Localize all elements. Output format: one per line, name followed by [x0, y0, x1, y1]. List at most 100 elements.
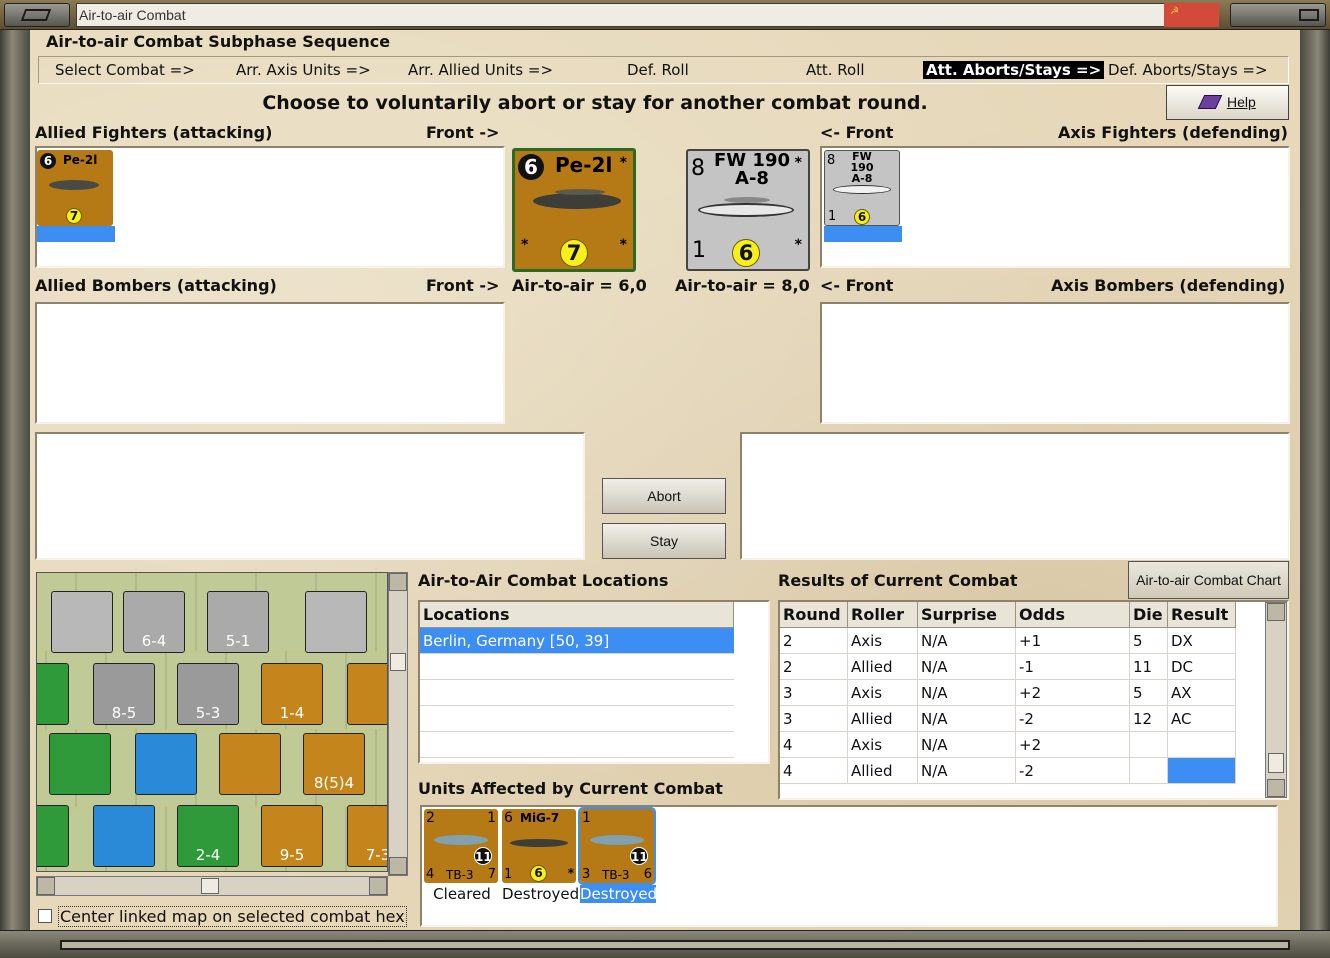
- map-counter-allied-army[interactable]: 9-5: [261, 805, 323, 867]
- location-row-empty[interactable]: [420, 680, 734, 706]
- result-cell: N/A: [918, 706, 1016, 732]
- location-row-empty[interactable]: [420, 732, 734, 758]
- scroll-down-arrow[interactable]: [1267, 779, 1285, 797]
- scroll-left-arrow[interactable]: [37, 877, 55, 895]
- aircraft-icon: [49, 180, 99, 190]
- map-counter-axis-army[interactable]: 5-3: [177, 663, 239, 725]
- help-label: Help: [1227, 94, 1256, 110]
- map-counter-value: 8-5: [111, 704, 137, 722]
- allied-bombers-panel[interactable]: [35, 302, 505, 424]
- location-row-empty[interactable]: [420, 654, 734, 680]
- scroll-up-arrow[interactable]: [389, 573, 407, 591]
- result-cell: 4: [780, 732, 848, 758]
- seq-step-arr-allied: Arr. Allied Units =>: [408, 61, 554, 79]
- result-cell: Axis: [848, 628, 918, 654]
- scroll-down-arrow[interactable]: [389, 857, 407, 875]
- unit-name: MiG-7: [520, 811, 560, 825]
- scroll-up-arrow[interactable]: [1267, 603, 1285, 621]
- result-cell: N/A: [918, 758, 1016, 784]
- stay-button[interactable]: Stay: [602, 523, 726, 559]
- scroll-thumb[interactable]: [390, 653, 406, 671]
- map-counter-allied[interactable]: [37, 805, 69, 867]
- unit-status-caption: Cleared: [433, 885, 491, 903]
- linked-map[interactable]: 6-4 5-1 8-5 5-3 1-4 8(5)4 2-4 9-5 7-3: [36, 572, 388, 872]
- affected-unit-counter-selected[interactable]: 1 11 3 TB-3 6: [578, 807, 656, 885]
- large-counter-star-right: *: [619, 237, 627, 253]
- air-to-air-chart-button[interactable]: Air-to-air Combat Chart: [1128, 561, 1289, 599]
- system-menu-button[interactable]: [4, 3, 70, 27]
- help-button[interactable]: Help: [1166, 85, 1289, 120]
- axis-info-panel: [740, 432, 1290, 560]
- unit-bottom-right: 6: [643, 867, 652, 882]
- result-cell: N/A: [918, 654, 1016, 680]
- unit-status-caption: Destroyed: [502, 885, 580, 903]
- center-map-label[interactable]: Center linked map on selected combat hex: [58, 906, 407, 927]
- unit-top-left: 1: [582, 810, 591, 826]
- map-counter-axis-army[interactable]: 5-1: [207, 591, 269, 653]
- map-counter-axis-air[interactable]: [305, 591, 367, 653]
- map-counter-axis-air[interactable]: [51, 591, 113, 653]
- location-row-selected[interactable]: Berlin, Germany [50, 39]: [420, 628, 734, 654]
- affected-unit-counter[interactable]: 2 1 11 4 TB-3 7: [424, 809, 498, 883]
- unit-top-left: 2: [426, 810, 435, 826]
- locations-table[interactable]: Locations Berlin, Germany [50, 39]: [418, 600, 770, 764]
- allied-fighter-counter[interactable]: 6 Pe-2l 7: [37, 150, 113, 226]
- map-counter-allied-air[interactable]: [219, 733, 281, 795]
- large-axis-star-right: *: [794, 237, 802, 253]
- map-counter-value: 6-4: [141, 632, 167, 650]
- counter-name: Pe-2l: [63, 153, 98, 167]
- results-table[interactable]: Round Roller Surprise Odds Die Result 2 …: [778, 600, 1289, 800]
- map-counter-value: 9-5: [279, 846, 305, 864]
- scroll-thumb[interactable]: [1268, 753, 1284, 773]
- scroll-right-arrow[interactable]: [369, 877, 387, 895]
- unit-bottom-left: 3: [582, 867, 591, 882]
- large-axis-strength: 8: [691, 156, 705, 181]
- prompt-text: Choose to voluntarily abort or stay for …: [262, 92, 928, 114]
- window-controls[interactable]: [1230, 3, 1326, 27]
- axis-fighter-counter[interactable]: 8 FW 190 A-8 1 6: [824, 150, 900, 226]
- map-counter-allied-air[interactable]: [135, 733, 197, 795]
- restore-icon[interactable]: [1299, 9, 1319, 21]
- affected-units-panel[interactable]: 2 1 11 4 TB-3 7 Cleared 6 MiG-7 1 6 * De…: [420, 805, 1278, 927]
- axis-bombers-label: Axis Bombers (defending): [1051, 276, 1286, 295]
- map-counter-allied-army[interactable]: 8(5)4: [303, 733, 365, 795]
- location-row-empty[interactable]: [420, 706, 734, 732]
- result-cell-selected[interactable]: [1168, 758, 1236, 784]
- map-counter-allied-air[interactable]: [347, 663, 387, 725]
- locations-title: Air-to-Air Combat Locations: [418, 571, 669, 590]
- result-cell: Axis: [848, 680, 918, 706]
- axis-unit-large-counter[interactable]: 8 FW 190 A-8 * 1 * 6: [686, 149, 810, 271]
- axis-fighters-panel[interactable]: 8 FW 190 A-8 1 6: [820, 146, 1290, 268]
- result-cell: Allied: [848, 758, 918, 784]
- map-counter-allied[interactable]: [37, 663, 69, 725]
- affected-unit-counter[interactable]: 6 MiG-7 1 6 *: [502, 809, 576, 883]
- map-vertical-scrollbar[interactable]: [388, 572, 408, 876]
- unit-top-left: 6: [504, 810, 513, 826]
- result-cell: [1130, 758, 1168, 784]
- axis-bombers-panel[interactable]: [820, 302, 1290, 424]
- results-scrollbar[interactable]: [1265, 602, 1287, 798]
- result-cell: +1: [1016, 628, 1130, 654]
- map-counter-allied-army[interactable]: 1-4: [261, 663, 323, 725]
- scroll-thumb[interactable]: [201, 878, 219, 894]
- bomber-icon: [590, 835, 644, 845]
- map-counter-allied-army[interactable]: 7-3: [347, 805, 387, 867]
- center-map-checkbox[interactable]: [38, 909, 52, 923]
- abort-button[interactable]: Abort: [602, 478, 726, 514]
- result-cell: N/A: [918, 628, 1016, 654]
- map-counter-allied-air[interactable]: [93, 805, 155, 867]
- result-cell: 3: [780, 706, 848, 732]
- map-counter-axis-army[interactable]: 6-4: [123, 591, 185, 653]
- axis-fighters-label: Axis Fighters (defending): [1058, 123, 1288, 142]
- unit-name: TB-3: [446, 868, 474, 882]
- result-cell: 2: [780, 654, 848, 680]
- map-counter-allied-air[interactable]: [49, 733, 111, 795]
- allied-unit-large-counter[interactable]: 6 Pe-2l * * * 7: [512, 148, 636, 272]
- allied-fighters-panel[interactable]: 6 Pe-2l 7: [35, 146, 505, 268]
- map-counter-allied-army[interactable]: 2-4: [177, 805, 239, 867]
- title-bar: Air-to-air Combat ☭: [0, 0, 1330, 30]
- map-counter-axis-army[interactable]: 8-5: [93, 663, 155, 725]
- fighter-icon: [510, 839, 568, 847]
- map-counter-value: 8(5)4: [313, 774, 355, 792]
- map-horizontal-scrollbar[interactable]: [36, 876, 388, 896]
